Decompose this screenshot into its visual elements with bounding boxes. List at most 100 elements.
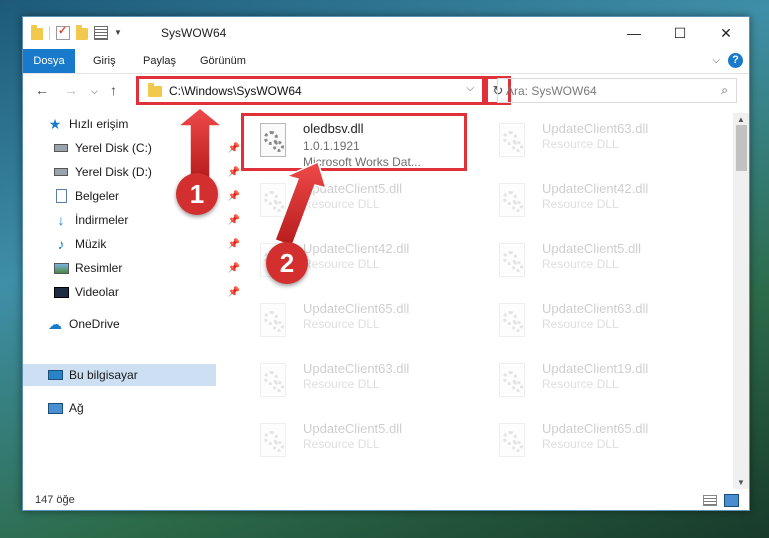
sidebar-item-videos[interactable]: Videolar 📌 [23, 281, 246, 303]
details-view-icon[interactable] [703, 495, 717, 506]
sidebar-item-downloads[interactable]: ↓ İndirmeler 📌 [23, 209, 246, 231]
scrollbar-thumb[interactable] [736, 125, 747, 171]
minimize-button[interactable]: — [611, 17, 657, 49]
file-description: Resource DLL [303, 197, 380, 211]
step-badge-1: 1 [176, 173, 218, 215]
file-description: Resource DLL [542, 317, 619, 331]
sidebar-item-quick-access[interactable]: ★ Hızlı erişim [23, 113, 240, 135]
file-item[interactable]: UpdateClient5.dll Resource DLL [244, 417, 466, 471]
sidebar-item-label: Müzik [75, 237, 107, 251]
cloud-icon: ☁ [48, 315, 62, 332]
sidebar-item-network[interactable]: Ağ [23, 397, 240, 419]
navigation-bar: ← → ⌵ ↑ C:\Windows\SysWOW64 ⌵ ↻ Ara: Sys… [23, 74, 749, 106]
navigation-pane: ★ Hızlı erişim Yerel Disk (C:) 📌 Yerel D… [23, 113, 240, 493]
disk-icon [53, 141, 69, 155]
quick-access-toolbar: ▼ [31, 24, 122, 40]
dll-file-icon [256, 363, 290, 401]
sidebar-item-local-disk-c[interactable]: Yerel Disk (C:) 📌 [23, 137, 246, 159]
file-item[interactable]: UpdateClient65.dll Resource DLL [244, 297, 466, 351]
star-icon: ★ [48, 115, 62, 132]
sidebar-item-this-pc[interactable]: Bu bilgisayar [23, 364, 216, 386]
dll-file-icon [495, 183, 529, 221]
file-item[interactable]: UpdateClient63.dll Resource DLL [483, 117, 705, 171]
sidebar-item-pictures[interactable]: Resimler 📌 [23, 257, 246, 279]
large-icons-view-icon[interactable] [724, 494, 739, 507]
file-description: Resource DLL [303, 257, 380, 271]
sidebar-item-label: Hızlı erişim [69, 117, 129, 131]
file-description: Resource DLL [303, 317, 380, 331]
file-name: UpdateClient63.dll [542, 121, 649, 136]
address-bar[interactable]: C:\Windows\SysWOW64 ⌵ [136, 76, 485, 105]
ribbon-tabs: Dosya Giriş Paylaş Görünüm ⌵ ? [23, 49, 749, 74]
forward-arrow-icon[interactable]: → [64, 82, 78, 98]
file-description: Resource DLL [303, 377, 380, 391]
file-item[interactable]: UpdateClient65.dll Resource DLL [483, 417, 705, 471]
file-description: Resource DLL [542, 257, 619, 271]
file-name: UpdateClient65.dll [542, 421, 649, 436]
file-explorer-window: ▼ SysWOW64 — ☐ ✕ Dosya Giriş Paylaş Görü… [22, 16, 750, 511]
tab-giris[interactable]: Giriş [93, 49, 116, 73]
search-icon: ⌕ [721, 83, 728, 97]
file-description: Resource DLL [542, 137, 619, 151]
file-name: UpdateClient5.dll [303, 181, 403, 196]
file-name: UpdateClient65.dll [303, 301, 410, 316]
tab-dosya[interactable]: Dosya [23, 49, 75, 73]
file-name: UpdateClient19.dll [542, 361, 649, 376]
up-arrow-icon[interactable]: ↑ [110, 82, 117, 98]
file-name: UpdateClient5.dll [303, 421, 403, 436]
vertical-scrollbar[interactable]: ▲ ▼ [733, 113, 749, 489]
file-name: UpdateClient63.dll [542, 301, 649, 316]
sidebar-item-music[interactable]: ♪ Müzik 📌 [23, 233, 246, 255]
address-dropdown-chevron-icon[interactable]: ⌵ [466, 83, 474, 94]
item-count: 147 öğe [35, 494, 75, 506]
ribbon-right-controls: ⌵ ? [712, 53, 743, 68]
search-box[interactable]: Ara: SysWOW64 ⌕ [497, 78, 737, 103]
dll-file-icon [495, 243, 529, 281]
file-item[interactable]: UpdateClient5.dll Resource DLL [483, 237, 705, 291]
sidebar-item-label: Videolar [75, 285, 119, 299]
new-folder-icon[interactable] [76, 25, 88, 40]
address-path: C:\Windows\SysWOW64 [169, 84, 302, 98]
dll-file-icon [256, 303, 290, 341]
pictures-icon [53, 261, 69, 275]
file-item[interactable]: UpdateClient5.dll Resource DLL [244, 177, 466, 231]
sidebar-item-label: Belgeler [75, 189, 120, 203]
file-name: UpdateClient42.dll [303, 241, 410, 256]
toolbar-divider [49, 25, 50, 40]
properties-check-icon[interactable] [56, 24, 70, 40]
maximize-button[interactable]: ☐ [657, 17, 703, 49]
close-button[interactable]: ✕ [703, 17, 749, 49]
customize-toolbar-chevron-icon[interactable]: ▼ [114, 28, 122, 37]
back-arrow-icon[interactable]: ← [35, 82, 49, 98]
search-input[interactable]: Ara: SysWOW64 [506, 84, 597, 98]
sidebar-item-label: Ağ [69, 401, 84, 415]
dll-file-icon [495, 363, 529, 401]
file-item[interactable]: UpdateClient63.dll Resource DLL [244, 357, 466, 411]
recent-locations-chevron-icon[interactable]: ⌵ [91, 86, 98, 97]
tab-paylas[interactable]: Paylaş [143, 49, 176, 73]
window-title: SysWOW64 [161, 26, 227, 40]
dll-file-icon [495, 123, 529, 161]
sidebar-item-label: OneDrive [69, 317, 120, 331]
file-item[interactable]: UpdateClient63.dll Resource DLL [483, 297, 705, 351]
file-item[interactable]: UpdateClient42.dll Resource DLL [483, 177, 705, 231]
tab-gorunum[interactable]: Görünüm [200, 49, 246, 73]
file-description: Resource DLL [542, 437, 619, 451]
folder-icon [148, 83, 162, 97]
dll-file-icon [256, 423, 290, 461]
file-name: UpdateClient42.dll [542, 181, 649, 196]
sidebar-item-label: Bu bilgisayar [69, 368, 138, 382]
help-icon[interactable]: ? [728, 53, 743, 68]
sidebar-item-label: Yerel Disk (D:) [75, 165, 152, 179]
sidebar-item-label: İndirmeler [75, 213, 129, 227]
status-bar: 147 öğe [23, 491, 749, 510]
document-icon [53, 189, 69, 203]
list-view-icon[interactable] [94, 25, 108, 40]
scroll-down-icon[interactable]: ▼ [737, 478, 745, 487]
step-badge-2: 2 [266, 242, 308, 284]
file-name: UpdateClient5.dll [542, 241, 642, 256]
scroll-up-icon[interactable]: ▲ [737, 115, 745, 124]
sidebar-item-onedrive[interactable]: ☁ OneDrive [23, 313, 240, 335]
expand-ribbon-chevron-icon[interactable]: ⌵ [712, 55, 720, 66]
file-item[interactable]: UpdateClient19.dll Resource DLL [483, 357, 705, 411]
